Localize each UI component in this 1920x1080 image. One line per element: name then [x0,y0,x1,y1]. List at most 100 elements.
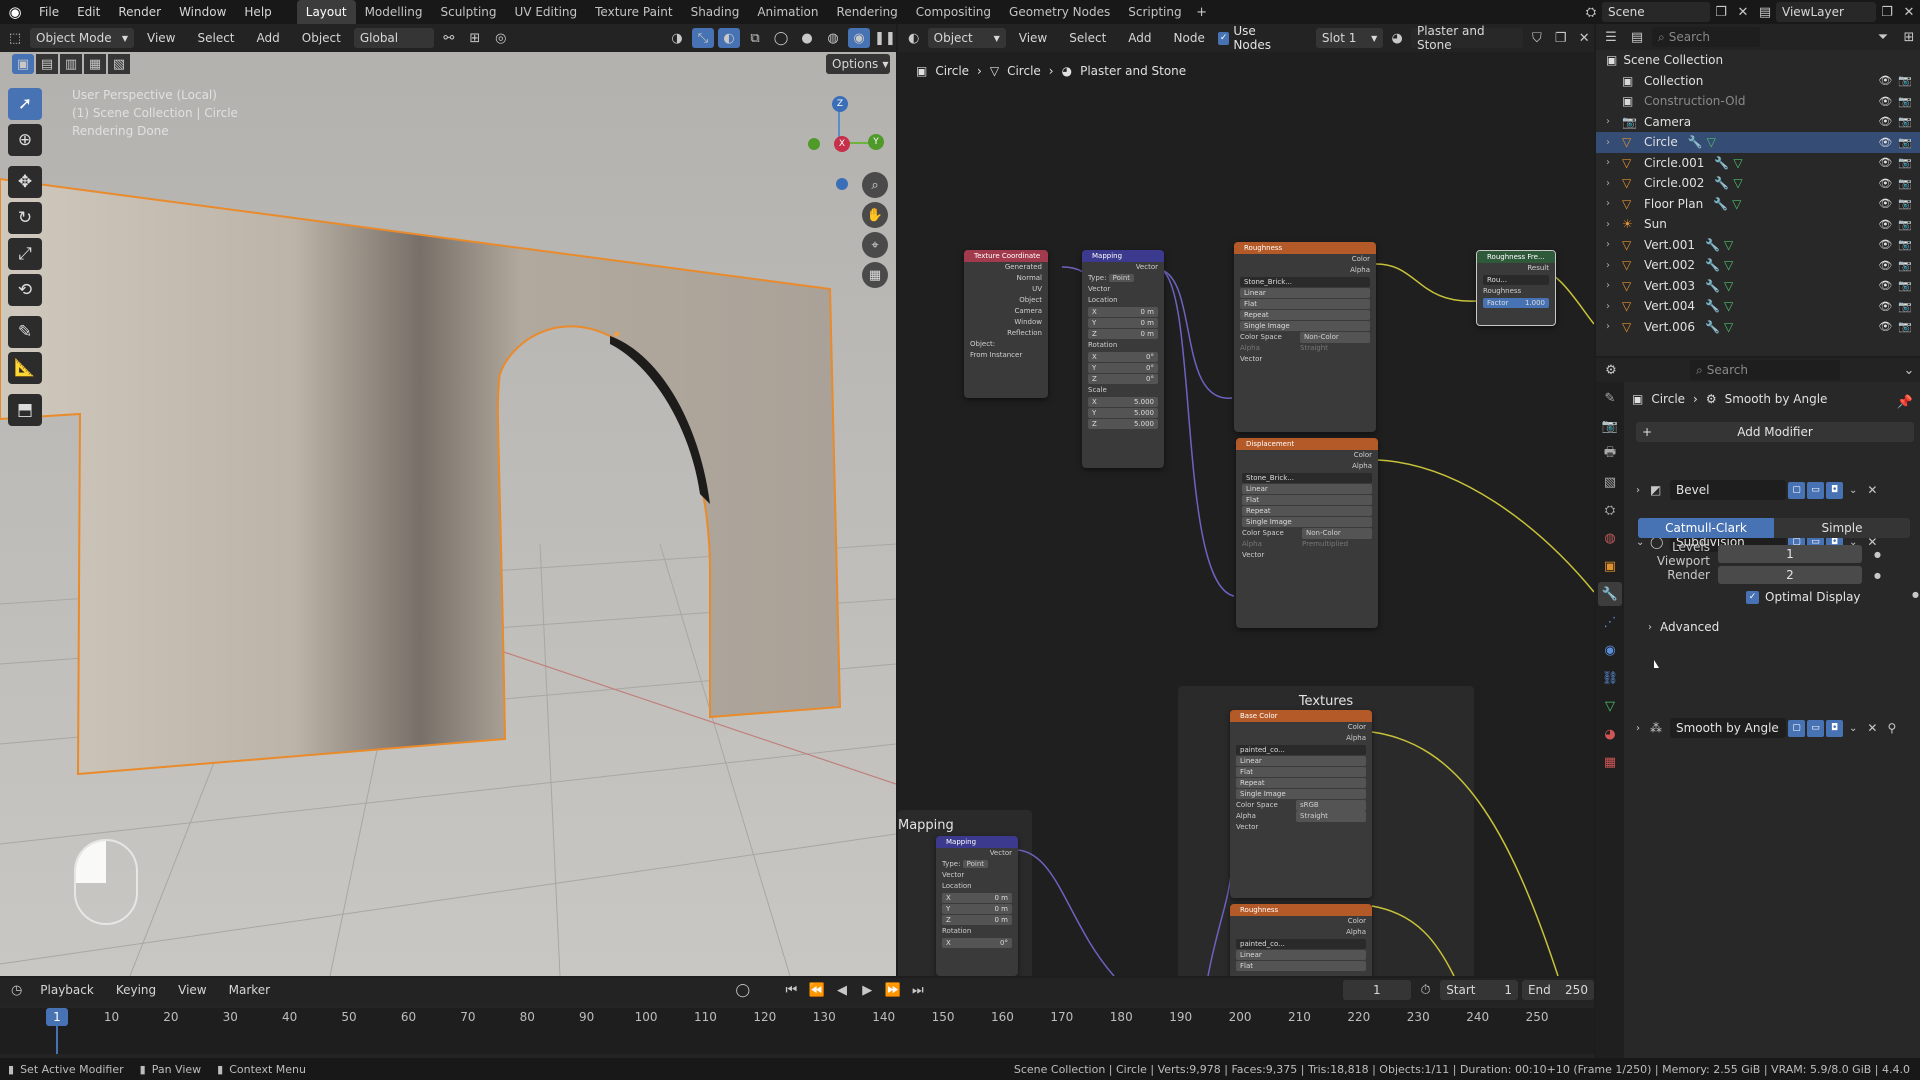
outliner-item[interactable]: › ▽ Floor Plan 🔧 ▽ 👁 📷 [1596,194,1920,215]
use-nodes-checkbox[interactable]: ✓ Use Nodes [1217,24,1290,52]
location-z-field[interactable]: Z 0 m [1088,329,1158,339]
scene-tab-icon[interactable]: ⛭ [1598,498,1622,522]
annotate-tool-icon[interactable]: ✎ [8,316,42,348]
scale-x-field[interactable]: X 5.000 [1088,397,1158,407]
tool-tab-icon[interactable]: ✎ [1598,386,1622,410]
breadcrumb-object[interactable]: Circle [935,64,969,78]
fake-user-icon[interactable]: ⛉ [1527,28,1547,48]
editor-type-icon[interactable]: ◷ [6,980,27,1000]
select-intersect-icon[interactable]: ▧ [108,54,130,74]
modifier-icon[interactable]: 🔧 [1705,238,1720,252]
rotation-z-field[interactable]: Z 0° [1088,374,1158,384]
outliner-item[interactable]: › ▽ Vert.002 🔧 ▽ 👁 📷 [1596,255,1920,276]
keyframe-dot-icon[interactable]: ● [1874,571,1881,580]
expand-chevron-icon[interactable]: › [1606,301,1622,312]
scene-selector[interactable]: Scene [1602,2,1710,22]
render-toggle-icon[interactable]: ◘ [1826,719,1843,737]
constraints-tab-icon[interactable]: ⛓ [1598,666,1622,690]
modifier-icon[interactable]: 🔧 [1705,258,1720,272]
render-camera-icon[interactable]: 📷 [1898,279,1912,292]
render-toggle-icon[interactable]: ◘ [1826,481,1843,499]
socket-reflection[interactable]: Reflection [964,328,1048,339]
expand-chevron-icon[interactable]: › [1606,321,1622,332]
display-mode-icon[interactable]: ▤ [1626,27,1648,47]
rotation-y-field[interactable]: Y 0° [1088,363,1158,373]
editor-type-icon[interactable]: ☰ [1600,27,1622,47]
edit-mode-toggle-icon[interactable]: ▢ [1788,481,1805,499]
expand-chevron-icon[interactable]: › [1606,157,1622,168]
node-menu-select[interactable]: Select [1060,26,1115,50]
new-collection-icon[interactable]: ⊞ [1898,27,1920,47]
move-tool-icon[interactable]: ✥ [8,166,42,198]
auto-keying-icon[interactable]: ◯ [732,980,753,1000]
location-x-field[interactable]: X 0 m [1088,307,1158,317]
filter-icon[interactable]: ⏷ [1872,27,1894,47]
socket-vector-in[interactable]: Vector [1230,822,1372,833]
zoom-icon[interactable]: ⌕ [862,172,888,198]
source-dropdown[interactable]: Single Image [1240,321,1370,331]
workspace-tab-layout[interactable]: Layout [296,0,356,24]
wireframe-shading-icon[interactable]: ◯ [770,28,792,48]
modifier-icon[interactable]: 🔧 [1688,135,1703,149]
outliner-item[interactable]: › ▽ Circle 🔧 ▽ 👁 📷 [1596,132,1920,153]
editor-type-icon[interactable]: ⬚ [4,28,26,48]
modifier-bevel[interactable]: › ◩ Bevel ▢ ▭ ◘ ⌄ ✕ [1636,478,1916,502]
playhead[interactable]: 1 [46,1008,68,1026]
projection-dropdown[interactable]: Flat [1240,299,1370,309]
outliner-item[interactable]: › ▽ Circle.001 🔧 ▽ 👁 📷 [1596,153,1920,174]
gizmo-z-button[interactable]: Z [832,96,848,112]
mesh-data-icon[interactable]: ▽ [1724,299,1733,313]
outliner-item[interactable]: › ▽ Vert.004 🔧 ▽ 👁 📷 [1596,296,1920,317]
viewport-toggle-icon[interactable]: ▭ [1807,719,1824,737]
viewport-toggle-icon[interactable]: ▭ [1807,481,1824,499]
interpolation-dropdown[interactable]: Linear [1240,288,1370,298]
visibility-eye-icon[interactable]: 👁 [1878,197,1892,210]
select-invert-icon[interactable]: ▦ [84,54,106,74]
socket-normal[interactable]: Normal [964,273,1048,284]
jump-start-icon[interactable]: ⏮ [781,980,802,1000]
location-x-field[interactable]: X 0 m [942,893,1012,903]
workspace-tab-modelling[interactable]: Modelling [356,0,432,24]
visibility-eye-icon[interactable]: 👁 [1878,136,1892,149]
modifier-icon[interactable]: 🔧 [1705,279,1720,293]
viewport-menu-select[interactable]: Select [188,26,243,50]
socket-color[interactable]: Color [1230,916,1372,927]
location-y-field[interactable]: Y 0 m [1088,318,1158,328]
color-space-row[interactable]: Color Space Non-Color [1234,332,1376,343]
modifiers-tab-icon[interactable]: 🔧 [1598,582,1622,606]
chevron-right-icon[interactable]: › [1636,485,1650,496]
output-tab-icon[interactable]: 🖶 [1598,442,1622,466]
proportional-edit-icon[interactable]: ◎ [490,28,512,48]
socket-generated[interactable]: Generated [964,262,1048,273]
socket-vector-in[interactable]: Vector [1234,354,1376,365]
modifier-icon[interactable]: 🔧 [1705,320,1720,334]
extension-dropdown[interactable]: Repeat [1242,506,1372,516]
socket-alpha[interactable]: Alpha [1230,733,1372,744]
socket-color[interactable]: Color [1236,450,1378,461]
menu-edit[interactable]: Edit [68,0,109,24]
gizmo-x-button[interactable]: X [834,136,850,152]
workspace-tab-texture-paint[interactable]: Texture Paint [586,0,681,24]
render-levels-field[interactable]: 2 [1718,566,1862,584]
xray-icon[interactable]: ⧉ [744,28,766,48]
gizmo-neg-y-button[interactable] [808,138,820,150]
socket-color[interactable]: Color [1234,254,1376,265]
close-icon[interactable]: ✕ [1867,483,1877,497]
roughness-fresnel-node[interactable]: Roughness Fre... Result Rou... Roughness… [1476,250,1556,326]
keyframe-dot-icon[interactable]: ● [1912,590,1919,599]
socket-vector-in[interactable]: Vector [1236,550,1378,561]
interpolation-dropdown[interactable]: Linear [1236,950,1366,960]
factor-field[interactable]: Factor 1.000 [1483,298,1549,308]
mapping-2-node[interactable]: Mapping Vector Type: Point Vector Locati… [936,836,1018,976]
menu-render[interactable]: Render [109,0,170,24]
rotation-x-field[interactable]: X 0° [1088,352,1158,362]
node-menu-view[interactable]: View [1010,26,1056,50]
edit-mode-toggle-icon[interactable]: ▢ [1788,719,1805,737]
timeline-menu-playback[interactable]: Playback [31,978,103,1002]
material-sphere-icon[interactable]: ◕ [1387,28,1407,48]
add-cube-tool-icon[interactable]: ⬒ [8,394,42,426]
outliner-item[interactable]: › ▽ Vert.003 🔧 ▽ 👁 📷 [1596,276,1920,297]
mesh-data-icon[interactable]: ▽ [1733,156,1742,170]
expand-chevron-icon[interactable]: › [1606,137,1622,148]
socket-window[interactable]: Window [964,317,1048,328]
